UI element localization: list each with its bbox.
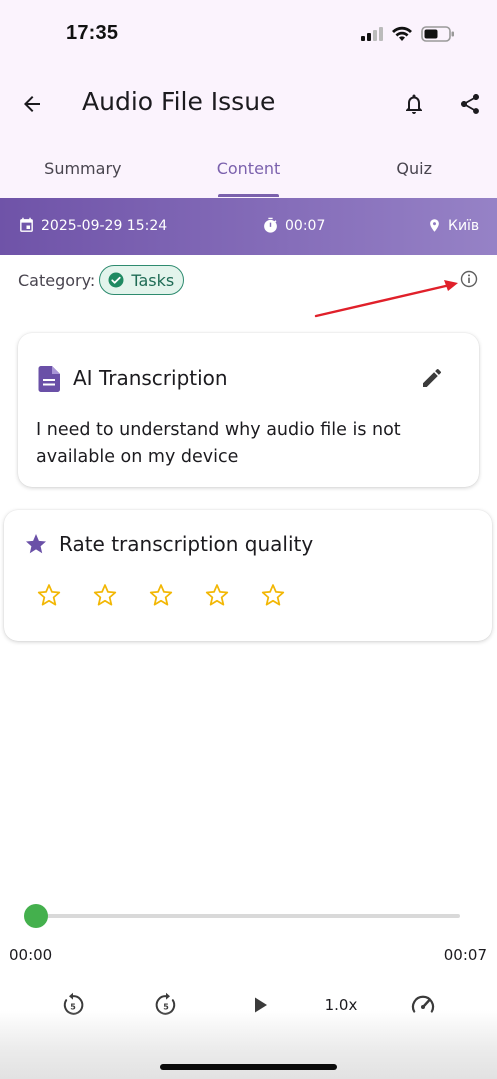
star-4-icon[interactable] <box>204 582 230 608</box>
transcription-title: AI Transcription <box>73 366 228 390</box>
category-chip[interactable]: Tasks <box>99 265 185 295</box>
back-arrow-icon <box>24 96 40 112</box>
svg-text:5: 5 <box>70 1003 76 1012</box>
cellular-signal-icon <box>361 27 383 41</box>
share-icon <box>461 94 479 114</box>
status-icons <box>361 24 455 44</box>
star-rating <box>36 582 286 608</box>
share-button[interactable] <box>452 86 488 122</box>
timer-icon <box>264 217 277 233</box>
seek-track[interactable] <box>36 914 460 918</box>
category-chip-label: Tasks <box>131 270 175 290</box>
star-1-icon[interactable] <box>36 582 62 608</box>
rewind-5-button[interactable]: 5 <box>56 988 90 1022</box>
category-row: Category: Tasks <box>18 265 185 295</box>
tab-bar: Summary Content Quiz <box>0 140 497 198</box>
tab-content[interactable]: Content <box>166 140 332 198</box>
playback-speed-label: 1.0x <box>324 996 358 1014</box>
check-circle-icon <box>108 272 124 288</box>
seek-thumb[interactable] <box>24 904 48 928</box>
location-pin-icon <box>430 219 439 232</box>
banner-duration-text: 00:07 <box>285 217 326 234</box>
annotation-arrow-icon <box>314 280 458 318</box>
notifications-button[interactable] <box>396 86 432 122</box>
banner-location-text: Київ <box>448 217 480 234</box>
recording-info-banner: 2025-09-29 15:24 00:07 Київ <box>0 198 497 255</box>
transcription-card: AI Transcription I need to understand wh… <box>18 333 479 487</box>
pencil-icon <box>423 368 442 387</box>
play-icon <box>255 997 267 1013</box>
forward-5-icon: 5 <box>155 992 176 1015</box>
forward-5-button[interactable]: 5 <box>149 988 183 1022</box>
tab-summary[interactable]: Summary <box>0 140 166 198</box>
banner-datetime: 2025-09-29 15:24 <box>18 217 167 234</box>
document-icon <box>38 366 60 392</box>
banner-datetime-text: 2025-09-29 15:24 <box>41 217 168 234</box>
wifi-icon <box>392 26 412 41</box>
star-filled-icon <box>26 534 46 554</box>
calendar-icon <box>20 217 33 232</box>
active-tab-indicator <box>218 194 279 197</box>
banner-duration: 00:07 <box>262 217 325 234</box>
audio-player: 00:00 00:07 5 5 1.0x <box>0 890 497 1079</box>
current-time: 00:00 <box>9 946 53 964</box>
status-bar: 17:35 <box>0 0 497 64</box>
transcription-text: I need to understand why audio file is n… <box>36 420 401 467</box>
replay-5-icon: 5 <box>63 992 84 1015</box>
battery-icon <box>421 26 454 42</box>
playback-controls: 5 5 1.0x <box>0 988 497 1022</box>
tab-quiz[interactable]: Quiz <box>331 140 497 198</box>
rating-title: Rate transcription quality <box>59 532 314 556</box>
star-3-icon[interactable] <box>148 582 174 608</box>
page-title: Audio File Issue <box>82 87 276 116</box>
status-time: 17:35 <box>66 22 119 44</box>
home-indicator[interactable] <box>160 1064 337 1070</box>
back-button[interactable] <box>14 86 50 122</box>
banner-location: Київ <box>427 217 479 234</box>
star-2-icon[interactable] <box>92 582 118 608</box>
svg-text:5: 5 <box>163 1003 169 1012</box>
bell-icon <box>406 94 422 114</box>
app-bar: Audio File Issue <box>0 64 497 140</box>
play-button[interactable] <box>243 988 277 1022</box>
playback-speed-button[interactable]: 1.0x <box>318 988 364 1022</box>
speedometer-button[interactable] <box>406 988 440 1022</box>
total-time: 00:07 <box>443 946 487 964</box>
category-label: Category: <box>18 270 96 290</box>
speedometer-icon <box>411 995 435 1013</box>
edit-transcription-button[interactable] <box>420 366 444 390</box>
rating-card: Rate transcription quality <box>4 510 492 641</box>
star-5-icon[interactable] <box>260 582 286 608</box>
